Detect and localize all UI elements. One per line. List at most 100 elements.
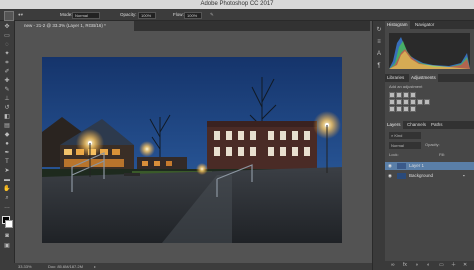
eraser-tool-icon[interactable]: ◧ [3, 114, 11, 120]
tab-histogram[interactable]: Histogram [385, 21, 410, 29]
layer-thumbnail [397, 163, 406, 169]
tab-libraries[interactable]: Libraries [385, 74, 406, 82]
paragraph-panel-icon[interactable]: ¶ [375, 63, 383, 69]
character-panel-icon[interactable]: A [375, 51, 383, 57]
path-select-icon[interactable]: ➤ [3, 168, 11, 174]
layer-opacity-label: Opacity: [425, 142, 440, 147]
marquee-tool-icon[interactable]: ▭ [3, 33, 11, 39]
levels-icon[interactable] [396, 92, 402, 98]
tab-channels[interactable]: Channels [405, 121, 428, 129]
crop-tool-icon[interactable]: ⌗ [3, 60, 11, 66]
tab-navigator[interactable]: Navigator [413, 21, 436, 29]
blur-tool-icon[interactable]: ◆ [3, 132, 11, 138]
gradient-tool-icon[interactable]: ▤ [3, 123, 11, 129]
delete-layer-icon[interactable]: ✕ [463, 261, 467, 270]
history-panel-icon[interactable]: ↻ [375, 27, 383, 33]
exposure-icon[interactable] [410, 92, 416, 98]
layer-thumbnail [397, 173, 406, 179]
app-title: Adobe Photoshop CC 2017 [200, 1, 274, 7]
document-info: Doc: 85.6M/187.2M [48, 264, 83, 269]
opacity-input[interactable]: 100% [138, 12, 156, 19]
shape-tool-icon[interactable]: ▬ [3, 177, 11, 183]
lasso-tool-icon[interactable]: ◌ [3, 42, 11, 48]
curves-icon[interactable] [403, 92, 409, 98]
link-layers-icon[interactable]: ∞ [391, 261, 395, 270]
mode-label: Mode: [60, 12, 73, 17]
healing-brush-icon[interactable]: ✚ [3, 78, 11, 84]
brush-tool-icon[interactable]: ✎ [3, 87, 11, 93]
photo-image [42, 57, 342, 243]
layers-footer: ∞ fx ◑ ◐ ▭ ＋ ✕ [385, 261, 474, 270]
collapsed-panel-strip: ↻ ≡ A ¶ [372, 21, 385, 270]
add-adjustment-label: Add an adjustment [389, 84, 423, 89]
fx-icon[interactable]: fx [403, 261, 407, 270]
blend-mode-select[interactable]: Normal [389, 142, 421, 149]
layer-filter-label: Kind [394, 133, 403, 138]
mode-select[interactable]: Normal [72, 12, 100, 19]
options-bar: ●▾ Mode: Normal Opacity: 100% Flow: 100%… [0, 9, 474, 21]
threshold-icon[interactable] [403, 106, 409, 112]
quick-mask-icon[interactable]: ◙ [3, 233, 11, 239]
airbrush-icon[interactable]: ✎ [210, 9, 214, 20]
lock-icon: ▪ [463, 173, 465, 178]
tab-layers[interactable]: Layers [385, 121, 403, 129]
more-tools-icon[interactable]: … [3, 204, 11, 210]
history-brush-icon[interactable]: ↺ [3, 105, 11, 111]
brightness-icon[interactable] [389, 92, 395, 98]
black-white-icon[interactable] [410, 99, 416, 105]
document-tab-label: new - 21-2 @ 33.3% (Layer 1, RGB/16) * [24, 23, 106, 28]
dodge-tool-icon[interactable]: ● [3, 141, 11, 147]
layer-name[interactable]: Background [409, 172, 433, 180]
adjustment-icons [389, 92, 470, 112]
title-bar: Adobe Photoshop CC 2017 [0, 0, 474, 9]
hand-tool-icon[interactable]: ✋ [3, 186, 11, 192]
status-bar: 33.33% Doc: 85.6M/187.2M ▸ [14, 263, 382, 270]
clone-stamp-icon[interactable]: ⊥ [3, 96, 11, 102]
gradient-map-icon[interactable] [410, 106, 416, 112]
layer-name[interactable]: Layer 1 [409, 162, 424, 170]
layers-tabs: Layers Channels Paths [385, 121, 474, 129]
zoom-tool-icon[interactable]: ⌕ [3, 195, 11, 201]
eyedropper-icon[interactable]: ✐ [3, 69, 11, 75]
add-mask-icon[interactable]: ◑ [415, 261, 418, 270]
pen-tool-icon[interactable]: ✒ [3, 150, 11, 156]
hue-saturation-icon[interactable] [396, 99, 402, 105]
color-balance-icon[interactable] [403, 99, 409, 105]
histogram-chart [389, 37, 470, 69]
new-layer-icon[interactable]: ＋ [451, 261, 456, 270]
brush-tool-icon[interactable] [4, 10, 14, 21]
flow-label: Flow: [173, 12, 184, 17]
layer-filter-select[interactable]: ⌕ Kind [389, 132, 421, 139]
channel-mixer-icon[interactable] [424, 99, 430, 105]
histogram-tabs: Histogram Navigator [385, 21, 474, 29]
photo-filter-icon[interactable] [417, 99, 423, 105]
fill-label: Fill: [439, 152, 446, 157]
document-canvas[interactable] [42, 57, 342, 243]
screen-mode-icon[interactable]: ▣ [3, 243, 11, 249]
histogram-graph [389, 33, 470, 69]
visibility-eye-icon[interactable]: ◉ [388, 162, 392, 170]
zoom-level[interactable]: 33.33% [18, 263, 32, 270]
visibility-eye-icon[interactable]: ◉ [388, 172, 392, 180]
new-group-icon[interactable]: ▭ [439, 261, 444, 270]
type-tool-icon[interactable]: T [3, 159, 11, 165]
status-menu-icon[interactable]: ▸ [94, 263, 96, 270]
flow-input[interactable]: 100% [184, 12, 202, 19]
vibrance-icon[interactable] [389, 99, 395, 105]
brush-size-icon[interactable]: ●▾ [18, 9, 23, 20]
tools-panel: ✥ ▭ ◌ ✦ ⌗ ✐ ✚ ✎ ⊥ ↺ ◧ ▤ ◆ ● ✒ T ➤ ▬ ✋ ⌕ … [0, 21, 15, 270]
layer-row[interactable]: ◉ Background ▪ [385, 172, 474, 180]
layer-row[interactable]: ◉ Layer 1 [385, 162, 474, 170]
document-tab[interactable]: new - 21-2 @ 33.3% (Layer 1, RGB/16) * [18, 21, 134, 31]
properties-panel-icon[interactable]: ≡ [375, 39, 383, 45]
lock-label: Lock: [389, 152, 399, 157]
move-tool-icon[interactable]: ✥ [3, 24, 11, 30]
invert-icon[interactable] [389, 106, 395, 112]
background-color-swatch[interactable] [5, 220, 13, 228]
tab-paths[interactable]: Paths [429, 121, 445, 129]
tab-adjustments[interactable]: Adjustments [409, 74, 438, 82]
document-tab-bar: new - 21-2 @ 33.3% (Layer 1, RGB/16) * [18, 21, 370, 31]
new-adjustment-icon[interactable]: ◐ [427, 261, 430, 270]
posterize-icon[interactable] [396, 106, 402, 112]
quick-select-icon[interactable]: ✦ [3, 51, 11, 57]
